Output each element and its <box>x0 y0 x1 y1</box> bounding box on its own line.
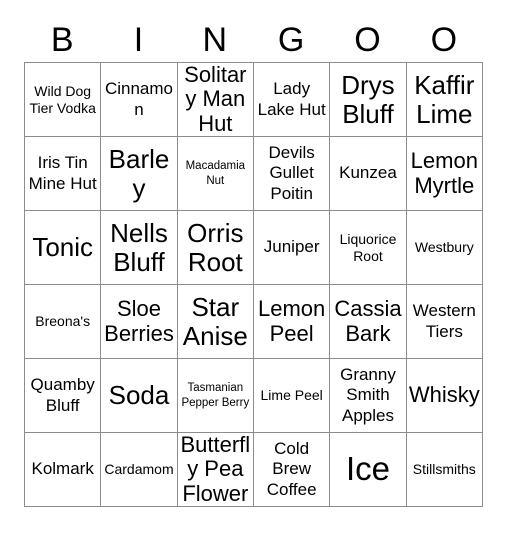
bingo-cell[interactable]: Butterfly Pea Flower <box>177 433 254 507</box>
bingo-cell-label: Kaffir Lime <box>414 69 475 129</box>
bingo-cell-label: Barley <box>108 143 170 203</box>
bingo-cell-label: Wild Dog Tier Vodka <box>29 82 96 116</box>
bingo-cell-label: Orris Root <box>187 217 244 277</box>
bingo-cell[interactable]: Cardamom <box>101 433 178 507</box>
bingo-cell-label: Western Tiers <box>412 301 476 341</box>
bingo-cell[interactable]: Cassia Bark <box>330 285 407 359</box>
bingo-cell-label: Lime Peel <box>260 387 323 404</box>
bingo-cell-label: Kunzea <box>339 163 397 183</box>
bingo-cell-label: Liquorice Root <box>339 230 397 264</box>
bingo-cell-label: Sloe Berries <box>104 295 174 346</box>
bingo-cell-label: Cinnamon <box>104 79 174 119</box>
bingo-header-letter-3: G <box>277 21 305 59</box>
bingo-cell[interactable]: Nells Bluff <box>101 211 178 285</box>
bingo-cell-label: Star Anise <box>182 291 248 351</box>
bingo-cell[interactable]: Lady Lake Hut <box>253 63 331 137</box>
bingo-cell-label: Granny Smith Apples <box>340 365 396 425</box>
bingo-grid: Wild Dog Tier Vodka Cinnamon Solitary Ma… <box>24 62 483 507</box>
bingo-cell-label: Butterfly Pea Flower <box>180 433 251 506</box>
bingo-cell-label: Nells Bluff <box>110 217 168 277</box>
bingo-cell[interactable]: Orris Root <box>177 211 254 285</box>
bingo-header-letter-2: N <box>202 21 228 59</box>
bingo-cell[interactable]: Cold Brew Coffee <box>253 433 331 507</box>
bingo-header-letter-5: O <box>430 21 458 59</box>
bingo-cell-label: Soda <box>108 380 170 411</box>
bingo-cell[interactable]: Quamby Bluff <box>25 359 102 433</box>
bingo-cell[interactable]: Ice <box>330 433 407 507</box>
bingo-cell[interactable]: Granny Smith Apples <box>330 359 407 433</box>
bingo-cell[interactable]: Solitary Man Hut <box>177 63 254 137</box>
bingo-cell[interactable]: Devils Gullet Poitin <box>253 137 331 211</box>
bingo-cell[interactable]: Macadamia Nut <box>177 137 254 211</box>
bingo-cell[interactable]: Lime Peel <box>253 359 331 433</box>
bingo-cell[interactable]: Breona's <box>25 285 102 359</box>
bingo-cell-label: Lemon Peel <box>258 295 326 346</box>
bingo-cell[interactable]: Soda <box>101 359 178 433</box>
bingo-cell-label: Cardamom <box>104 461 174 478</box>
bingo-cell-label: Ice <box>345 450 390 488</box>
bingo-cell[interactable]: Westbury <box>406 211 483 285</box>
bingo-cell[interactable]: Star Anise <box>177 285 254 359</box>
bingo-cell[interactable]: Western Tiers <box>406 285 483 359</box>
bingo-cell-label: Macadamia Nut <box>185 160 246 187</box>
bingo-row: Iris Tin Mine Hut Barley Macadamia Nut D… <box>25 137 483 211</box>
bingo-cell[interactable]: Tonic <box>25 211 102 285</box>
bingo-cell-label: Tonic <box>32 232 94 263</box>
bingo-cell-label: Tasmanian Pepper Berry <box>181 382 250 409</box>
bingo-cell[interactable]: Juniper <box>253 211 331 285</box>
bingo-cell[interactable]: Barley <box>101 137 178 211</box>
bingo-cell[interactable]: Lemon Peel <box>253 285 331 359</box>
bingo-cell-label: Westbury <box>414 239 474 256</box>
bingo-cell-label: Whisky <box>408 382 480 408</box>
bingo-cell[interactable]: Sloe Berries <box>101 285 178 359</box>
bingo-cell[interactable]: Liquorice Root <box>330 211 407 285</box>
bingo-cell-label: Iris Tin Mine Hut <box>28 153 97 193</box>
bingo-cell[interactable]: Drys Bluff <box>330 63 407 137</box>
bingo-header-letter-4: O <box>354 21 381 59</box>
bingo-cell-label: Cold Brew Coffee <box>266 439 317 499</box>
bingo-card: B I N G O O Wild Dog Tier Vodka Cinnamon… <box>24 0 483 507</box>
bingo-cell-label: Lemon Myrtle <box>410 147 478 198</box>
bingo-header-row: B I N G O O <box>24 0 482 62</box>
bingo-header-letter-0: B <box>50 21 74 59</box>
bingo-row: Wild Dog Tier Vodka Cinnamon Solitary Ma… <box>25 63 483 137</box>
bingo-cell[interactable]: Iris Tin Mine Hut <box>25 137 102 211</box>
bingo-cell[interactable]: Lemon Myrtle <box>406 137 483 211</box>
bingo-cell[interactable]: Kaffir Lime <box>406 63 483 137</box>
bingo-cell[interactable]: Kunzea <box>330 137 407 211</box>
bingo-cell-label: Breona's <box>35 313 91 330</box>
bingo-cell-label: Solitary Man Hut <box>184 63 247 136</box>
bingo-cell-label: Quamby Bluff <box>30 375 95 415</box>
bingo-cell[interactable]: Tasmanian Pepper Berry <box>177 359 254 433</box>
bingo-cell-label: Devils Gullet Poitin <box>268 143 315 203</box>
bingo-cell[interactable]: Kolmark <box>25 433 102 507</box>
bingo-header-letter-1: I <box>133 21 144 59</box>
bingo-cell-label: Lady Lake Hut <box>257 79 326 119</box>
bingo-row: Breona's Sloe Berries Star Anise Lemon P… <box>25 285 483 359</box>
bingo-row: Quamby Bluff Soda Tasmanian Pepper Berry… <box>25 359 483 433</box>
bingo-cell[interactable]: Wild Dog Tier Vodka <box>25 63 102 137</box>
bingo-cell-label: Drys Bluff <box>341 69 395 129</box>
bingo-cell-label: Stillsmiths <box>412 461 476 478</box>
bingo-row: Kolmark Cardamom Butterfly Pea Flower Co… <box>25 433 483 507</box>
bingo-cell-label: Cassia Bark <box>334 295 402 346</box>
bingo-row: Tonic Nells Bluff Orris Root Juniper Liq… <box>25 211 483 285</box>
bingo-cell[interactable]: Cinnamon <box>101 63 178 137</box>
bingo-cell[interactable]: Whisky <box>406 359 483 433</box>
bingo-cell[interactable]: Stillsmiths <box>406 433 483 507</box>
bingo-cell-label: Juniper <box>263 237 320 257</box>
bingo-cell-label: Kolmark <box>31 459 94 479</box>
